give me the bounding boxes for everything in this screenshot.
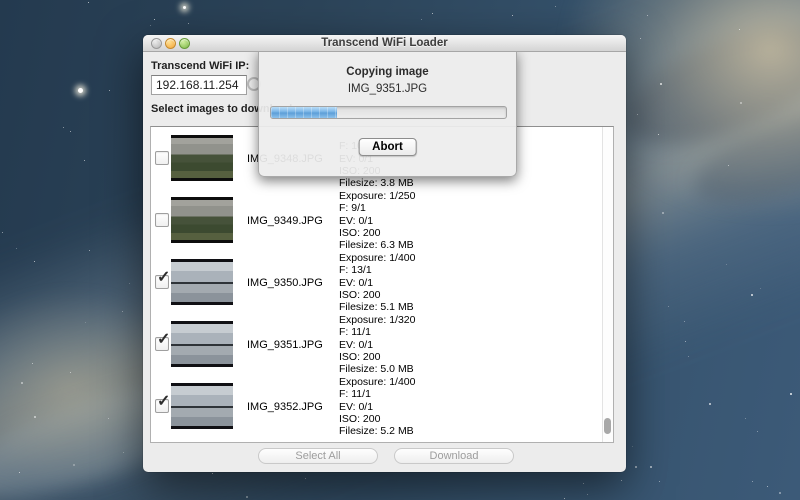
exif-block: Exposure: 1/250F: 9/1EV: 0/1ISO: 200File…: [339, 190, 415, 251]
bright-star: [78, 88, 83, 93]
exif-line: ISO: 200: [339, 413, 415, 425]
exif-line: EV: 0/1: [339, 277, 415, 289]
exif-line: Filesize: 5.1 MB: [339, 301, 415, 313]
ip-input[interactable]: [151, 75, 247, 95]
select-all-button[interactable]: Select All: [258, 448, 378, 464]
photo-thumbnail: [171, 135, 233, 181]
desktop: { "window": { "title": "Transcend WiFi L…: [0, 0, 800, 500]
exif-line: EV: 0/1: [339, 401, 415, 413]
exif-line: Filesize: 5.2 MB: [339, 425, 415, 437]
app-window: Transcend WiFi Loader Transcend WiFi IP:…: [143, 35, 626, 472]
checkmark-icon: ✓: [157, 394, 170, 410]
exif-line: Filesize: 3.8 MB: [339, 177, 414, 189]
exif-line: ISO: 200: [339, 289, 415, 301]
row-checkbox[interactable]: ✓: [155, 399, 169, 413]
exif-line: Exposure: 1/400: [339, 376, 415, 388]
image-filename: IMG_9352.JPG: [247, 401, 323, 413]
exif-block: Exposure: 1/400F: 11/1EV: 0/1ISO: 200Fil…: [339, 376, 415, 437]
image-filename: IMG_9351.JPG: [247, 339, 323, 351]
sheet-title: Copying image: [259, 66, 516, 78]
exif-line: EV: 0/1: [339, 339, 415, 351]
photo-thumbnail: [171, 383, 233, 429]
progress-bar: [270, 106, 507, 119]
progress-bar-fill: [271, 107, 337, 118]
galaxy-dust-lane: [684, 88, 800, 222]
window-title: Transcend WiFi Loader: [143, 37, 626, 49]
scrollbar-track[interactable]: [602, 127, 613, 442]
checkmark-icon: ✓: [157, 332, 170, 348]
exif-line: ISO: 200: [339, 227, 415, 239]
galaxy-dust-lane: [611, 2, 800, 168]
abort-button[interactable]: Abort: [358, 138, 417, 156]
row-checkbox[interactable]: [155, 151, 169, 165]
photo-thumbnail: [171, 259, 233, 305]
row-checkbox[interactable]: [155, 213, 169, 227]
copy-progress-sheet: Copying image IMG_9351.JPG Abort: [258, 50, 517, 177]
download-button[interactable]: Download: [394, 448, 514, 464]
sheet-filename: IMG_9351.JPG: [259, 83, 516, 95]
title-bar[interactable]: Transcend WiFi Loader: [143, 35, 626, 52]
exif-line: ISO: 200: [339, 351, 415, 363]
exif-line: Exposure: 1/250: [339, 190, 415, 202]
list-item: ✓ IMG_9352.JPG Exposure: 1/400F: 11/1EV:…: [151, 375, 613, 437]
row-checkbox[interactable]: ✓: [155, 337, 169, 351]
image-filename: IMG_9349.JPG: [247, 215, 323, 227]
exif-line: Exposure: 1/320: [339, 314, 415, 326]
exif-line: Exposure: 1/400: [339, 252, 415, 264]
exif-line: Filesize: 6.3 MB: [339, 239, 415, 251]
list-item: IMG_9349.JPG Exposure: 1/250F: 9/1EV: 0/…: [151, 189, 613, 251]
photo-thumbnail: [171, 197, 233, 243]
exif-line: F: 11/1: [339, 388, 415, 400]
exif-line: F: 9/1: [339, 202, 415, 214]
exif-line: Filesize: 5.0 MB: [339, 363, 415, 375]
scrollbar-thumb[interactable]: [604, 418, 611, 434]
row-checkbox[interactable]: ✓: [155, 275, 169, 289]
list-item: ✓ IMG_9351.JPG Exposure: 1/320F: 11/1EV:…: [151, 313, 613, 375]
exif-line: F: 11/1: [339, 326, 415, 338]
exif-block: Exposure: 1/400F: 13/1EV: 0/1ISO: 200Fil…: [339, 252, 415, 313]
bright-star: [183, 6, 186, 9]
list-item: ✓ IMG_9350.JPG Exposure: 1/400F: 13/1EV:…: [151, 251, 613, 313]
exif-line: F: 13/1: [339, 264, 415, 276]
checkmark-icon: ✓: [157, 270, 170, 286]
exif-line: EV: 0/1: [339, 215, 415, 227]
exif-block: Exposure: 1/320F: 11/1EV: 0/1ISO: 200Fil…: [339, 314, 415, 375]
ip-field-label: Transcend WiFi IP:: [151, 60, 249, 72]
image-filename: IMG_9350.JPG: [247, 277, 323, 289]
photo-thumbnail: [171, 321, 233, 367]
